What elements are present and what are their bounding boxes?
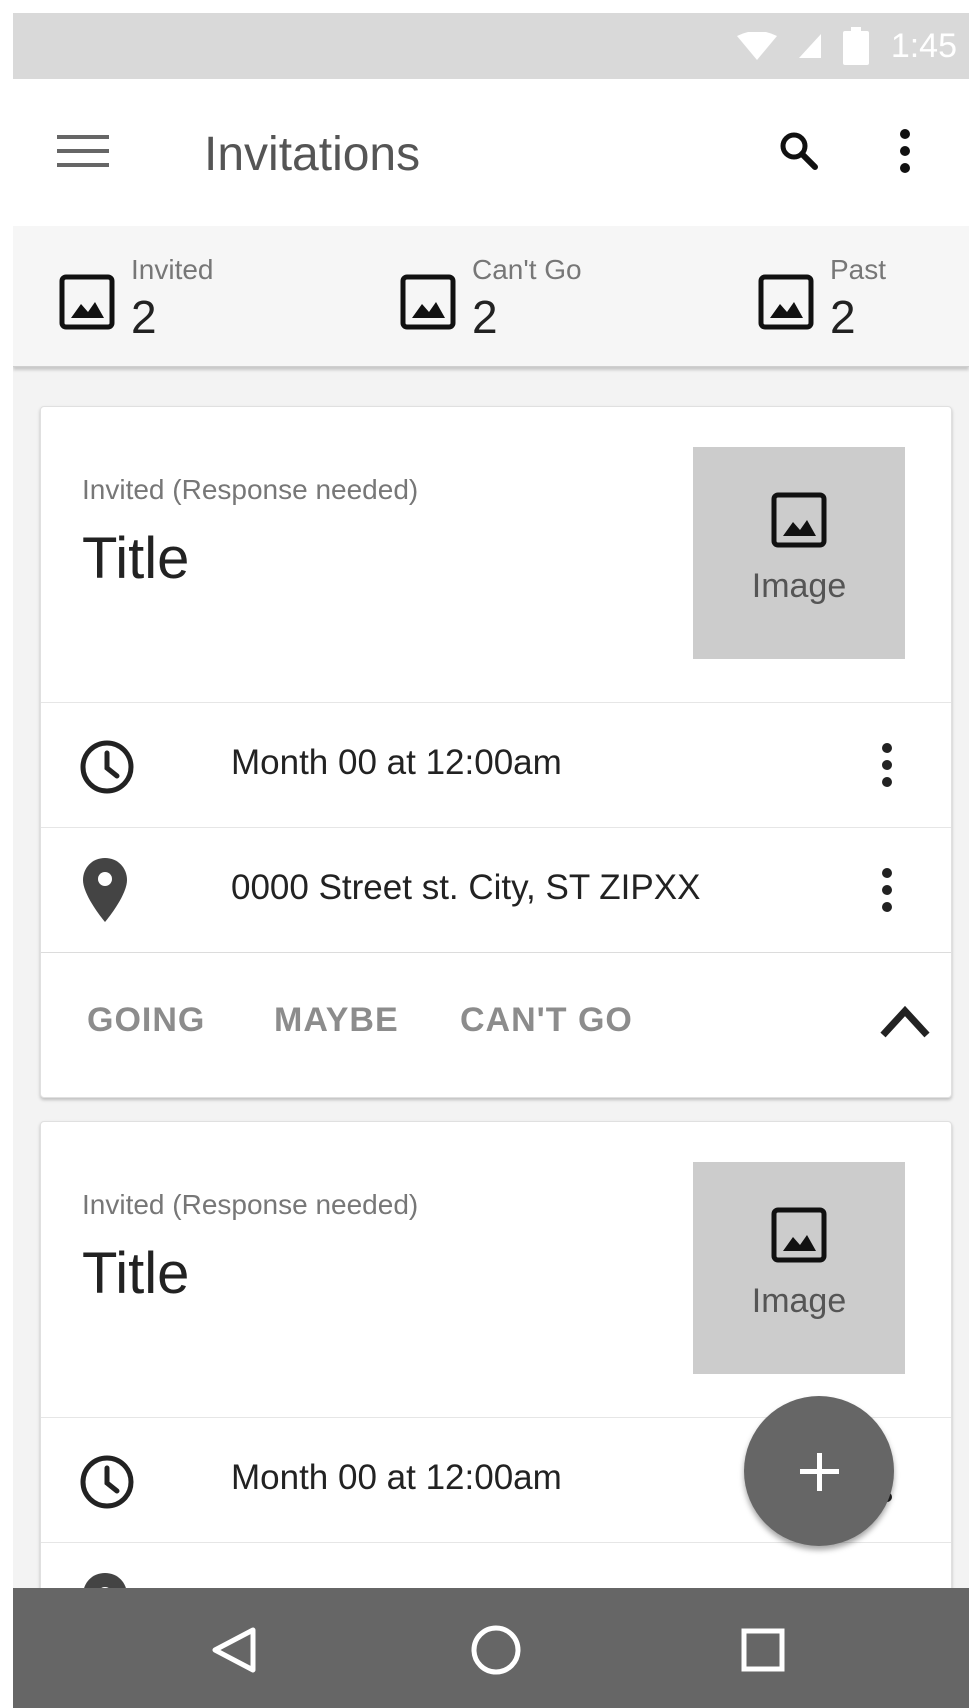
event-address: 0000 Street st. City, ST ZIPXX [231, 868, 701, 907]
add-invitation-button[interactable] [744, 1396, 894, 1546]
image-icon [59, 274, 115, 330]
wifi-icon [736, 32, 777, 60]
card-image: Image [693, 1162, 905, 1374]
stat-label: Invited [131, 254, 214, 285]
card-status: Invited (Response needed) [82, 474, 419, 505]
page-title: Invitations [204, 128, 421, 181]
image-icon [400, 274, 456, 330]
image-icon [758, 274, 814, 330]
home-button[interactable] [464, 1618, 528, 1682]
more-vert-icon [882, 868, 892, 912]
back-icon [212, 1627, 256, 1673]
address-row: 0000 Street st. City, ST ZIPXX [41, 828, 951, 952]
card-image: Image [693, 447, 905, 659]
cant-go-button[interactable]: CAN'T GO [460, 1001, 633, 1040]
location-pin-icon [83, 858, 127, 922]
overflow-menu-button[interactable] [893, 127, 917, 175]
status-icons: 1:45 [736, 23, 957, 69]
phone-screen: 1:45 Invitations Invited 2 Can't Go 2 Pa… [13, 13, 969, 1708]
more-vert-icon [900, 129, 910, 173]
address-more-button[interactable] [877, 866, 897, 914]
stat-label: Can't Go [472, 254, 582, 285]
stat-count: 2 [830, 291, 856, 343]
status-bar: 1:45 [13, 13, 969, 79]
home-icon [471, 1625, 521, 1675]
rsvp-actions: GOING MAYBE CAN'T GO [41, 953, 951, 1091]
clock-icon [80, 1455, 134, 1509]
card-title: Title [82, 526, 190, 591]
event-datetime: Month 00 at 12:00am [231, 1458, 562, 1497]
card-title: Title [82, 1241, 190, 1306]
image-icon [771, 492, 827, 548]
clock-icon [80, 740, 134, 794]
battery-icon [842, 27, 869, 65]
signal-icon [798, 34, 821, 58]
menu-icon [57, 135, 109, 167]
back-button[interactable] [201, 1618, 265, 1682]
image-icon [771, 1207, 827, 1263]
card-image-label: Image [751, 567, 847, 605]
event-datetime: Month 00 at 12:00am [231, 743, 562, 782]
maybe-button[interactable]: MAYBE [274, 1001, 399, 1040]
datetime-more-button[interactable] [877, 741, 897, 789]
app-bar: Invitations [13, 79, 969, 228]
search-icon [780, 132, 818, 170]
card-image-label: Image [751, 1282, 847, 1320]
datetime-row: Month 00 at 12:00am [41, 703, 951, 827]
stat-label: Past [830, 254, 887, 285]
going-button[interactable]: GOING [87, 1001, 205, 1040]
system-nav-bar [13, 1588, 969, 1708]
recents-button[interactable] [731, 1618, 795, 1682]
more-vert-icon [882, 743, 892, 787]
recents-icon [741, 1628, 785, 1672]
stat-count: 2 [131, 291, 157, 343]
invitation-card[interactable]: Invited (Response needed) Title Image Mo… [40, 406, 952, 1098]
status-time: 1:45 [890, 26, 957, 65]
stat-count: 2 [472, 291, 498, 343]
chevron-up-icon [880, 1005, 930, 1038]
menu-button[interactable] [57, 131, 109, 171]
collapse-button[interactable] [879, 1001, 931, 1041]
card-status: Invited (Response needed) [82, 1189, 419, 1220]
plus-icon [800, 1453, 839, 1491]
invitation-stats: Invited 2 Can't Go 2 Past 2 [13, 226, 969, 367]
search-button[interactable] [777, 129, 821, 173]
